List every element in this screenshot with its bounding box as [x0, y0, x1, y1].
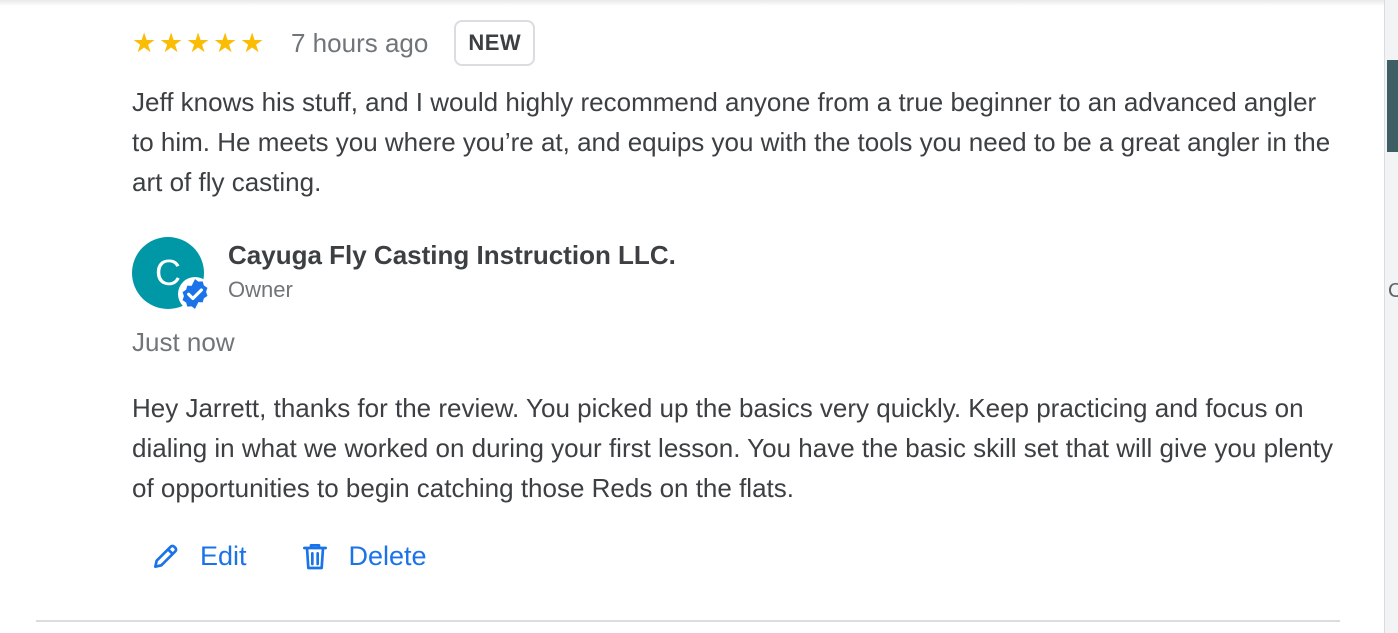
- owner-role: Owner: [228, 277, 293, 302]
- edit-button[interactable]: Edit: [150, 540, 247, 572]
- pencil-icon: [154, 544, 178, 568]
- owner-name: Cayuga Fly Casting Instruction LLC.: [228, 240, 676, 270]
- trash-icon: [302, 544, 327, 570]
- reply-actions: Edit Delete: [150, 540, 427, 572]
- owner-info: Cayuga Fly Casting Instruction LLC. Owne…: [228, 237, 676, 303]
- delete-label: Delete: [348, 540, 427, 571]
- review-divider: [36, 620, 1340, 622]
- new-badge: NEW: [454, 20, 536, 66]
- review-text: Jeff knows his stuff, and I would highly…: [132, 87, 1331, 197]
- owner-response-header: C Cayuga Fly Casting Instruction LLC. Ow…: [132, 237, 676, 311]
- reply-timestamp: Just now: [132, 327, 235, 357]
- customer-review: ★ ★ ★ ★ ★ 7 hours ago NEW Jeff knows his stu…: [132, 18, 1342, 202]
- delete-button[interactable]: Delete: [299, 540, 427, 572]
- review-timestamp: 7 hours ago: [291, 27, 429, 58]
- verified-badge-icon: [178, 277, 212, 311]
- star-icon: ★: [240, 27, 265, 58]
- star-rating: ★ ★ ★ ★ ★: [132, 27, 267, 58]
- star-icon: ★: [132, 27, 157, 58]
- star-icon: ★: [186, 27, 211, 58]
- owner-avatar: C: [132, 237, 212, 311]
- review-page: C ★ ★ ★ ★ ★ 7 hours ago NEW Jeff knows his s…: [0, 0, 1398, 633]
- edge-dark-segment: [1387, 60, 1398, 152]
- review-meta-row: ★ ★ ★ ★ ★ 7 hours ago NEW: [132, 18, 1342, 68]
- top-shadow: [0, 0, 1384, 6]
- edit-label: Edit: [200, 540, 247, 571]
- owner-reply-text: Hey Jarrett, thanks for the review. You …: [132, 393, 1333, 503]
- adjacent-window-edge: C: [1384, 0, 1398, 633]
- star-icon: ★: [159, 27, 184, 58]
- edge-letter: C: [1388, 280, 1398, 302]
- star-icon: ★: [213, 27, 238, 58]
